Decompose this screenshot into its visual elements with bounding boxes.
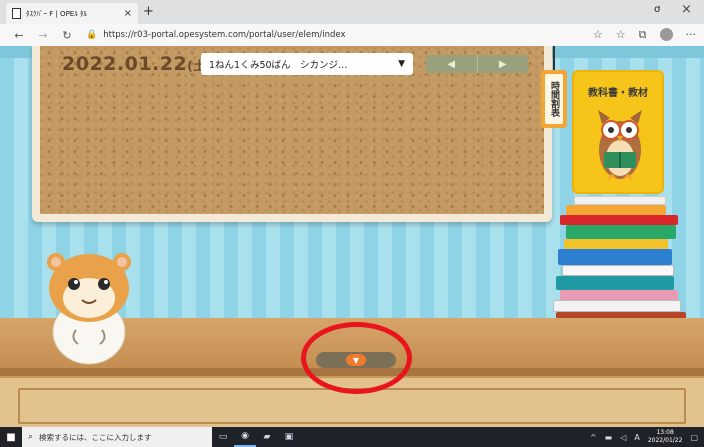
address-bar[interactable]: https://r03-portal.opesystem.com/portal/… [103,30,345,40]
file-explorer-icon[interactable]: ▰ [256,427,278,447]
tab-title: ﾀｽｸﾊﾞｰ F | OPEﾙ ﾀﾙ [26,9,87,18]
next-day-button[interactable]: ▶ [476,55,529,73]
browser-tab-bar: ﾀｽｸﾊﾞｰ F | OPEﾙ ﾀﾙ × + ơ × [0,0,704,24]
prev-day-button[interactable]: ◀ [426,55,477,73]
favorites-bar-icon[interactable]: ☆ [616,28,626,42]
search-icon: ⌕ [28,432,34,442]
new-tab-button[interactable]: + [143,4,154,19]
class-student-select[interactable]: 1ねん1くみ50ばん シカンジ… ▼ [201,53,413,75]
book [553,300,681,312]
tray-chevron-icon[interactable]: ^ [590,433,597,442]
timetable-label: 時間割表 [545,74,563,124]
favorite-star-icon[interactable]: ☆ [593,28,603,42]
windows-taskbar: ■ ⌕ 検索するには、ここに入力します ▭ ◉ ▰ ▣ ^ ▬ ◁ A 13:0… [0,427,704,447]
date-text: 2022.01.22 [62,53,188,75]
profile-avatar-icon[interactable] [659,28,673,41]
notification-icon[interactable]: ▢ [690,433,698,442]
window-minimize-button[interactable]: ơ [654,4,660,15]
tray-volume-icon[interactable]: ◁ [620,433,626,442]
owl-reading-icon [598,110,642,180]
collections-icon[interactable]: ⧉ [639,28,647,42]
app-icon[interactable]: ▣ [278,427,300,447]
back-button[interactable]: ← [10,29,28,42]
taskbar-search-box[interactable]: ⌕ 検索するには、ここに入力します [22,427,212,447]
book [556,276,674,290]
browser-nav-bar: ← → ↻ 🔒 https://r03-portal.opesystem.com… [0,24,704,46]
date-pager: ◀ ▶ [426,55,528,73]
forward-button[interactable]: → [34,29,52,42]
windows-start-icon[interactable]: ■ [0,432,22,443]
browser-tab[interactable]: ﾀｽｸﾊﾞｰ F | OPEﾙ ﾀﾙ × [6,3,138,24]
clock-date: 2022/01/22 [647,437,683,444]
system-tray: ^ ▬ ◁ A 13:08 2022/01/22 ▢ [590,427,698,447]
highlight-circle-annotation [301,322,412,394]
book [564,239,668,249]
tray-network-icon[interactable]: ▬ [605,433,613,442]
tab-close-icon[interactable]: × [124,8,132,19]
book [560,215,678,225]
textbook-card[interactable]: 教科書・教材 [572,70,664,194]
portal-scene: 2022.01.22(土) 1ねん1くみ50ばん シカンジ… ▼ ◀ ▶ 時間割… [0,46,704,427]
browser-toolbar-right: ☆ ☆ ⧉ ··· [593,28,696,42]
book [566,225,676,239]
class-select-value: 1ねん1くみ50ばん シカンジ… [209,60,348,71]
more-menu-icon[interactable]: ··· [686,28,697,42]
book [574,196,666,205]
tag-string [553,46,555,72]
chevron-down-icon: ▼ [398,59,405,69]
tray-input-indicator[interactable]: A [634,433,639,442]
lock-icon: 🔒 [86,30,98,40]
book [560,290,678,300]
book [562,265,674,276]
hamster-mascot-icon [47,253,131,365]
current-date: 2022.01.22(土) [62,53,212,75]
book [566,205,666,215]
page-icon [12,8,21,19]
refresh-button[interactable]: ↻ [58,29,76,42]
task-view-icon[interactable]: ▭ [212,427,234,447]
clock-time: 13:08 [656,429,674,436]
book [558,249,672,265]
textbook-card-title: 教科書・教材 [588,88,648,99]
taskbar-clock[interactable]: 13:08 2022/01/22 [648,429,683,445]
search-placeholder: 検索するには、ここに入力します [39,432,152,442]
window-close-button[interactable]: × [681,2,692,17]
edge-browser-icon[interactable]: ◉ [234,427,256,447]
timetable-button[interactable]: 時間割表 [541,70,567,128]
